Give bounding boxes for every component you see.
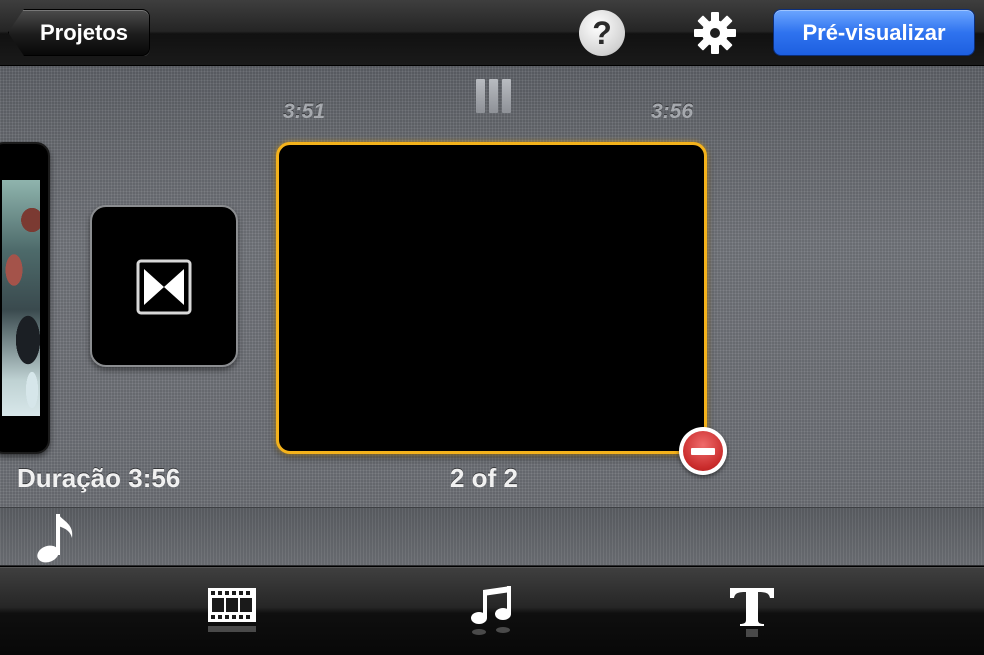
preview-label: Pré-visualizar (802, 19, 946, 45)
selected-video-clip[interactable] (276, 142, 707, 454)
previous-video-clip[interactable] (0, 142, 50, 454)
help-button[interactable]: ? (579, 10, 625, 56)
film-strip-icon (208, 588, 256, 632)
clip-end-time: 3:56 (651, 100, 694, 123)
transition-button[interactable] (90, 205, 238, 367)
music-notes-icon (471, 586, 511, 635)
toolbar-video-button[interactable] (202, 584, 262, 646)
projects-back-button[interactable]: Projetos (8, 9, 150, 56)
clip-position-label: 2 of 2 (450, 463, 518, 493)
text-icon (730, 588, 774, 637)
timeline-area[interactable]: 3:51 3:56 Duração 3:56 2 of 2 (0, 66, 984, 507)
toolbar-title-button[interactable] (722, 584, 782, 646)
settings-button[interactable] (690, 8, 740, 58)
help-icon: ? (592, 14, 612, 51)
minus-icon (683, 431, 723, 471)
bottom-toolbar (0, 567, 984, 655)
gear-icon (694, 12, 736, 54)
projects-back-label: Projetos (39, 19, 129, 45)
video-thumbnail (2, 180, 40, 416)
music-track[interactable] (0, 507, 984, 566)
toolbar-music-button[interactable] (463, 584, 523, 646)
preview-button[interactable]: Pré-visualizar (773, 9, 975, 56)
music-note-icon (37, 514, 73, 563)
delete-clip-button[interactable] (679, 427, 727, 475)
clip-start-time: 3:51 (283, 100, 326, 123)
bowtie-transition-icon (136, 259, 192, 315)
top-navigation-bar: Projetos ? Pré-visualizar (0, 0, 984, 66)
playhead-grip-icon[interactable] (476, 79, 512, 113)
duration-label: Duração 3:56 (17, 463, 181, 493)
